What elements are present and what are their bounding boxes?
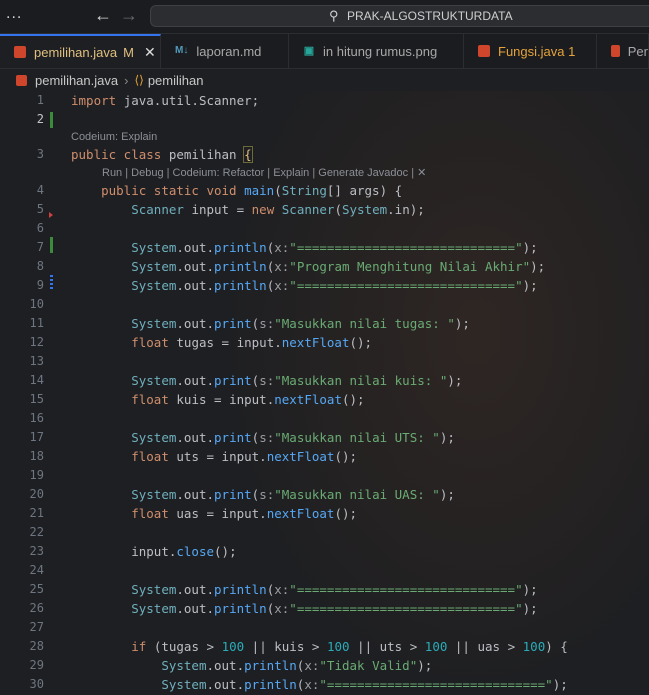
- code-line[interactable]: input.close();: [71, 544, 236, 559]
- tab-label: Fungsi.java 1: [498, 43, 576, 59]
- code-line[interactable]: float kuis = input.nextFloat();: [71, 392, 364, 407]
- line-number: 22: [29, 525, 44, 539]
- line-number: 25: [29, 582, 44, 596]
- line-number: 23: [29, 544, 44, 558]
- tab-laporan-md[interactable]: M↓ laporan.md: [161, 34, 289, 68]
- line-number: 10: [29, 297, 44, 311]
- code-line[interactable]: public static void main(String[] args) {: [71, 183, 402, 198]
- line-number: 17: [29, 430, 44, 444]
- line-number: 19: [29, 468, 44, 482]
- java-icon: [14, 46, 26, 58]
- code-line[interactable]: float tugas = input.nextFloat();: [71, 335, 372, 350]
- tab-label: laporan.md: [196, 43, 262, 59]
- code-line[interactable]: float uts = input.nextFloat();: [71, 449, 357, 464]
- code-line[interactable]: float uas = input.nextFloat();: [71, 506, 357, 521]
- code-line[interactable]: System.out.print(s:"Masukkan nilai UTS: …: [71, 430, 455, 445]
- run-debug-lens[interactable]: Run | Debug | Codeium: Refactor | Explai…: [102, 166, 426, 179]
- tab-per[interactable]: Per: [597, 34, 649, 68]
- code-line[interactable]: System.out.print(s:"Masukkan nilai UAS: …: [71, 487, 455, 502]
- tab-label: in hitung rumus.png: [323, 43, 438, 59]
- line-number: 15: [29, 392, 44, 406]
- line-number: 18: [29, 449, 44, 463]
- line-number: 6: [36, 221, 44, 235]
- line-number: 14: [29, 373, 44, 387]
- breadcrumb-file[interactable]: pemilihan.java: [35, 73, 118, 88]
- code-line[interactable]: System.out.println(x:"Tidak Valid");: [71, 658, 432, 673]
- code-line[interactable]: System.out.println(x:"==================…: [71, 677, 567, 692]
- line-number: 2: [36, 112, 44, 126]
- line-number: 7: [36, 240, 44, 254]
- line-number: 9: [36, 278, 44, 292]
- modified-badge: M: [123, 44, 134, 60]
- code-line[interactable]: System.out.print(s:"Masukkan nilai kuis:…: [71, 373, 462, 388]
- close-icon[interactable]: ✕: [144, 44, 156, 61]
- line-number: 24: [29, 563, 44, 577]
- arrow-left-icon[interactable]: ←: [94, 5, 112, 26]
- line-number: 1: [36, 93, 44, 107]
- tab-hitung-rumus-png[interactable]: ▣ in hitung rumus.png: [289, 34, 464, 68]
- more-menu-button[interactable]: ...: [6, 5, 22, 23]
- code-line[interactable]: if (tugas > 100 || kuis > 100 || uts > 1…: [71, 639, 568, 654]
- line-number: 8: [36, 259, 44, 273]
- line-number: 5: [36, 202, 44, 216]
- line-number: 20: [29, 487, 44, 501]
- java-icon: [478, 45, 490, 57]
- line-number: 12: [29, 335, 44, 349]
- line-number: 28: [29, 639, 44, 653]
- codeium-lens[interactable]: Codeium: Explain: [71, 131, 157, 143]
- title-bar: ... ← → ⚲ PRAK-ALGOSTRUKTURDATA: [0, 0, 649, 34]
- java-icon: [16, 74, 27, 86]
- line-number: 4: [36, 183, 44, 197]
- tab-fungsi-java[interactable]: Fungsi.java 1: [464, 34, 597, 68]
- markdown-icon: M↓: [175, 45, 189, 56]
- editor-tabs: pemilihan.java M ✕ M↓ laporan.md ▣ in hi…: [0, 34, 649, 69]
- code-line[interactable]: Scanner input = new Scanner(System.in);: [71, 202, 425, 217]
- line-number: 3: [36, 147, 44, 161]
- line-number: 21: [29, 506, 44, 520]
- class-symbol-icon: ⟨⟩: [134, 73, 144, 87]
- tab-label: pemilihan.java: [34, 44, 118, 60]
- code-line[interactable]: import java.util.Scanner;: [71, 93, 259, 108]
- code-line[interactable]: System.out.println(x:"==================…: [71, 278, 537, 293]
- code-line[interactable]: System.out.println(x:"==================…: [71, 240, 537, 255]
- code-line[interactable]: System.out.println(x:"==================…: [71, 582, 537, 597]
- java-icon: [611, 45, 620, 57]
- search-icon: ⚲: [329, 8, 339, 23]
- line-number: 29: [29, 658, 44, 672]
- image-icon: ▣: [303, 45, 315, 57]
- line-number: 11: [29, 316, 44, 330]
- line-number: 30: [29, 677, 44, 691]
- chevron-right-icon: ›: [124, 72, 129, 88]
- line-number: 26: [29, 601, 44, 615]
- tab-label: Per: [627, 43, 648, 59]
- command-center-search[interactable]: ⚲ PRAK-ALGOSTRUKTURDATA: [150, 5, 649, 27]
- code-editor[interactable]: 1 import java.util.Scanner; 2 Codeium: E…: [0, 91, 649, 695]
- tab-pemilihan-java[interactable]: pemilihan.java M ✕: [0, 34, 161, 68]
- line-number: 16: [29, 411, 44, 425]
- line-number: 13: [29, 354, 44, 368]
- arrow-right-icon[interactable]: →: [120, 5, 138, 26]
- code-line[interactable]: System.out.print(s:"Masukkan nilai tugas…: [71, 316, 470, 331]
- breadcrumb: pemilihan.java › ⟨⟩ pemilihan: [0, 69, 649, 91]
- workspace-name: PRAK-ALGOSTRUKTURDATA: [347, 9, 513, 23]
- code-line[interactable]: System.out.println(x:"==================…: [71, 601, 537, 616]
- code-line[interactable]: public class pemilihan {: [71, 146, 253, 163]
- breadcrumb-symbol[interactable]: pemilihan: [148, 73, 204, 88]
- line-number: 27: [29, 620, 44, 634]
- code-line[interactable]: System.out.println(x:"Program Menghitung…: [71, 259, 545, 274]
